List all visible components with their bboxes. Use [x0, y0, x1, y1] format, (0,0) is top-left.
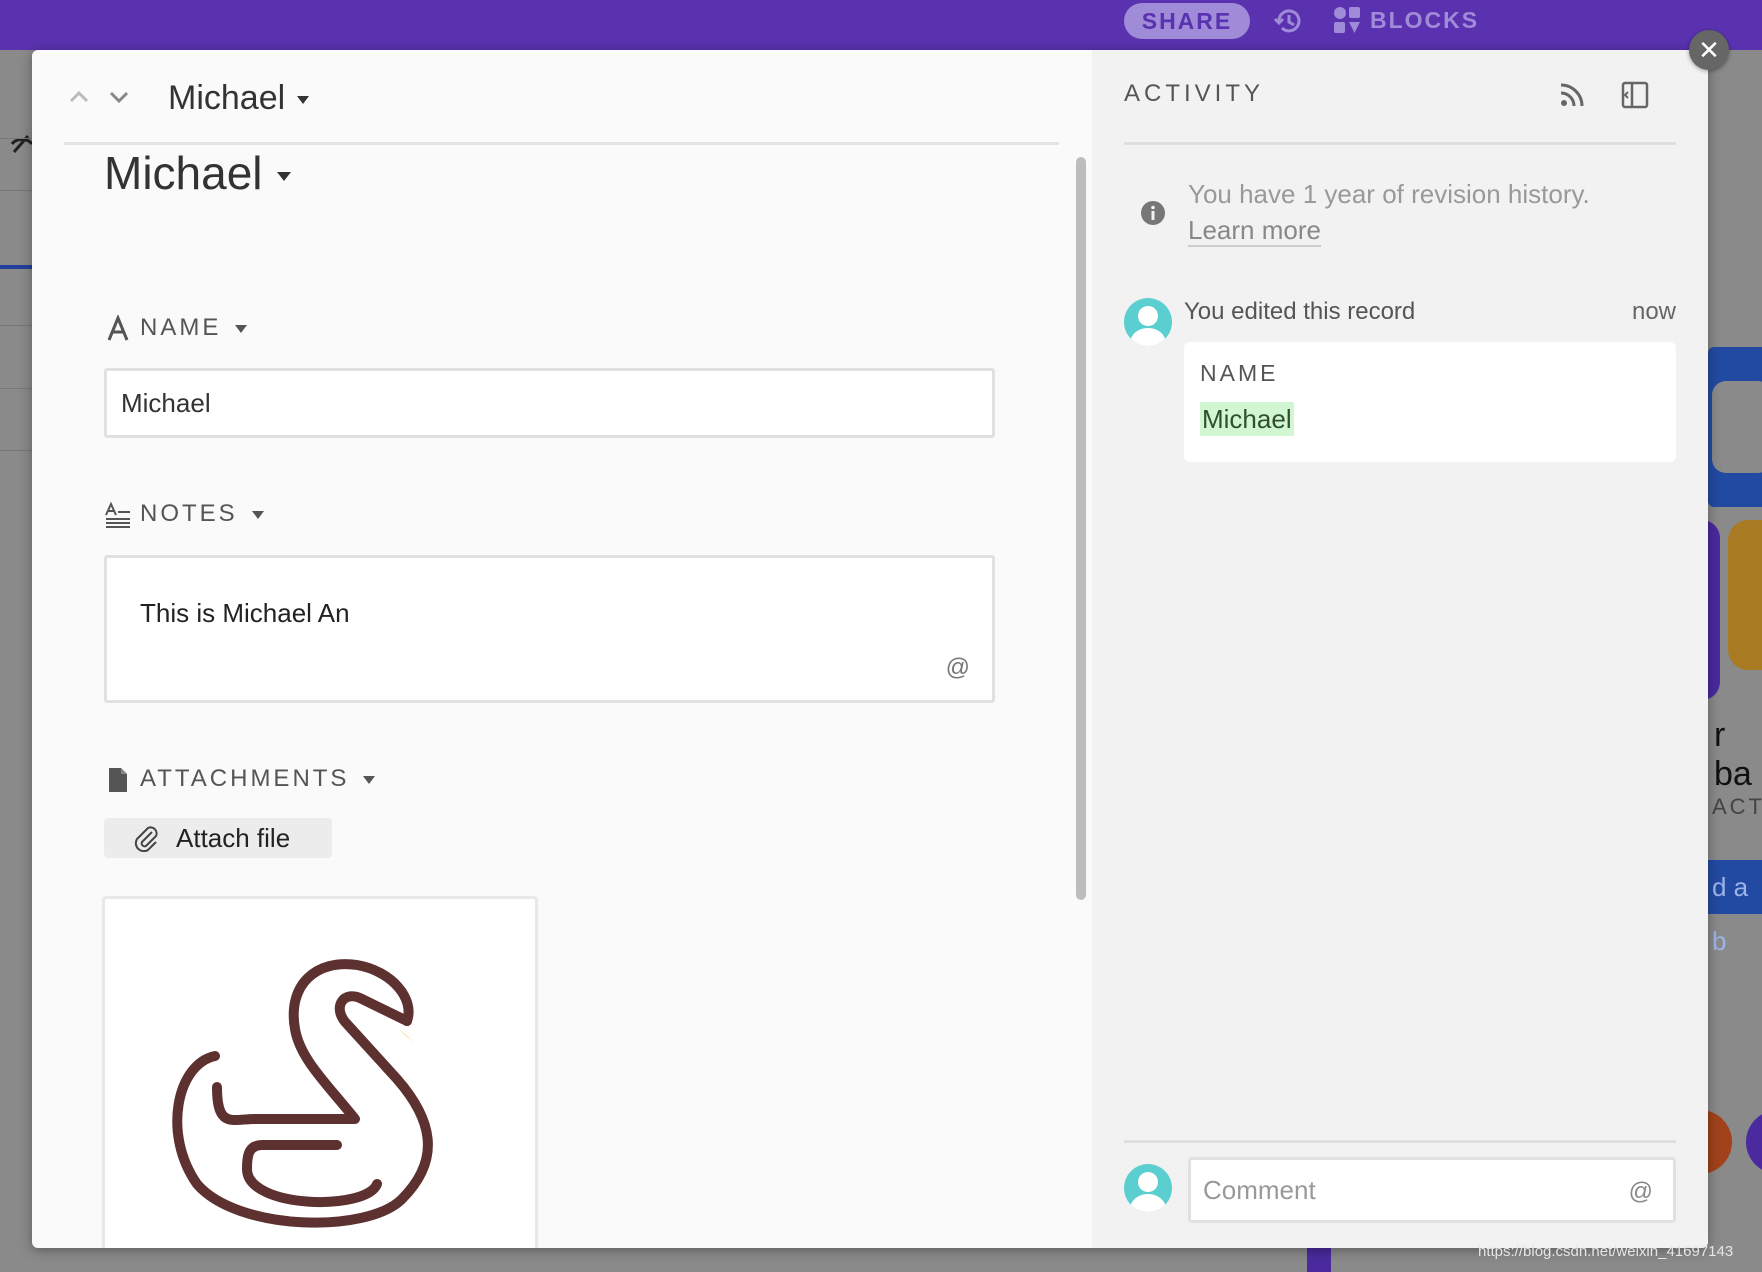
background-text: ACT	[1712, 794, 1762, 819]
vertical-scrollbar[interactable]	[1076, 157, 1086, 900]
record-title-text: Michael	[104, 147, 263, 199]
background-content: r ba ACT d a b	[1708, 50, 1762, 1272]
background-sidebar	[0, 50, 34, 1272]
attach-file-label: Attach file	[176, 823, 291, 853]
text-field-icon	[107, 314, 129, 341]
attach-file-button[interactable]: Attach file	[104, 818, 332, 858]
field-label-text: NOTES	[140, 500, 238, 527]
field-label-text: ATTACHMENTS	[140, 765, 350, 792]
caret-down-icon	[297, 96, 310, 105]
comment-box[interactable]: @	[1188, 1157, 1676, 1223]
record-fields-scroll[interactable]: Michael NAME NOTES This is Michael An @	[32, 145, 1092, 1248]
revision-history-text: You have 1 year of revision history.	[1188, 179, 1590, 209]
activity-title: ACTIVITY	[1124, 80, 1265, 107]
field-label-name[interactable]: NAME	[104, 311, 248, 345]
mention-icon[interactable]: @	[1629, 1178, 1653, 1206]
hidden-fields-icon	[10, 135, 34, 153]
change-field-label: NAME	[1200, 360, 1279, 386]
activity-event-text: You edited this record	[1184, 298, 1416, 325]
history-icon[interactable]	[1273, 5, 1305, 37]
attachment-thumbnail[interactable]	[102, 896, 538, 1248]
long-text-icon	[105, 501, 130, 528]
divider	[1124, 142, 1676, 145]
watermark: https://blog.csdn.net/weixin_41697143	[1478, 1243, 1734, 1260]
divider	[0, 190, 32, 191]
background-avatar	[1746, 1110, 1762, 1174]
activity-panel: ACTIVITY You have 1 year of revision his…	[1092, 50, 1708, 1248]
divider	[0, 450, 32, 451]
field-label-text: NAME	[140, 314, 222, 341]
notes-textarea[interactable]: This is Michael An @	[104, 555, 995, 703]
activity-event-time: now	[1631, 298, 1676, 325]
avatar	[1124, 298, 1172, 346]
activity-change-card: NAME Michael	[1184, 342, 1676, 462]
background-button: d a b	[1708, 860, 1762, 956]
collapse-panel-icon[interactable]	[1620, 80, 1650, 110]
field-label-notes[interactable]: NOTES	[104, 497, 264, 531]
blocks-icon[interactable]	[1332, 5, 1362, 35]
chevron-up-icon[interactable]	[62, 80, 96, 114]
caret-down-icon	[235, 324, 248, 333]
background-card	[1708, 347, 1762, 507]
rss-icon[interactable]	[1557, 80, 1587, 110]
paperclip-icon	[134, 826, 158, 852]
background-card	[1708, 520, 1720, 700]
learn-more-link[interactable]: Learn more	[1188, 215, 1321, 247]
notes-text: This is Michael An	[140, 598, 350, 628]
background-text: r ba	[1714, 716, 1752, 793]
document-icon	[109, 767, 127, 792]
caret-down-icon	[363, 775, 376, 784]
caret-down-icon	[276, 172, 291, 182]
document-icon	[1712, 381, 1762, 473]
name-input[interactable]	[104, 368, 995, 438]
background-avatar	[1708, 1110, 1732, 1174]
swan-image	[172, 959, 433, 1228]
record-header-name: Michael	[168, 79, 286, 117]
chevron-down-icon[interactable]	[102, 80, 136, 114]
record-title[interactable]: Michael	[104, 145, 291, 201]
divider	[1124, 1140, 1676, 1143]
record-detail-pane: Michael Michael NAME NOTES Th	[32, 50, 1092, 1248]
divider	[0, 325, 32, 326]
field-label-attachments[interactable]: ATTACHMENTS	[104, 762, 376, 796]
selected-indicator	[0, 265, 32, 269]
background-card	[1728, 520, 1762, 670]
close-button[interactable]: ✕	[1689, 30, 1729, 70]
revision-history-notice: You have 1 year of revision history. Lea…	[1188, 176, 1628, 248]
share-button[interactable]: SHARE	[1124, 3, 1250, 39]
divider	[0, 388, 32, 389]
record-header-dropdown[interactable]: Michael	[168, 76, 310, 120]
comment-input[interactable]	[1203, 1160, 1603, 1220]
change-field-value: Michael	[1200, 402, 1294, 436]
background-element	[1307, 1246, 1331, 1272]
divider	[0, 138, 32, 139]
avatar	[1124, 1164, 1172, 1212]
top-bar: SHARE BLOCKS	[0, 0, 1762, 50]
info-icon	[1141, 201, 1165, 225]
blocks-button[interactable]: BLOCKS	[1370, 5, 1479, 35]
record-modal: Michael Michael NAME NOTES Th	[32, 50, 1708, 1248]
caret-down-icon	[251, 510, 264, 519]
mention-icon[interactable]: @	[946, 654, 970, 682]
